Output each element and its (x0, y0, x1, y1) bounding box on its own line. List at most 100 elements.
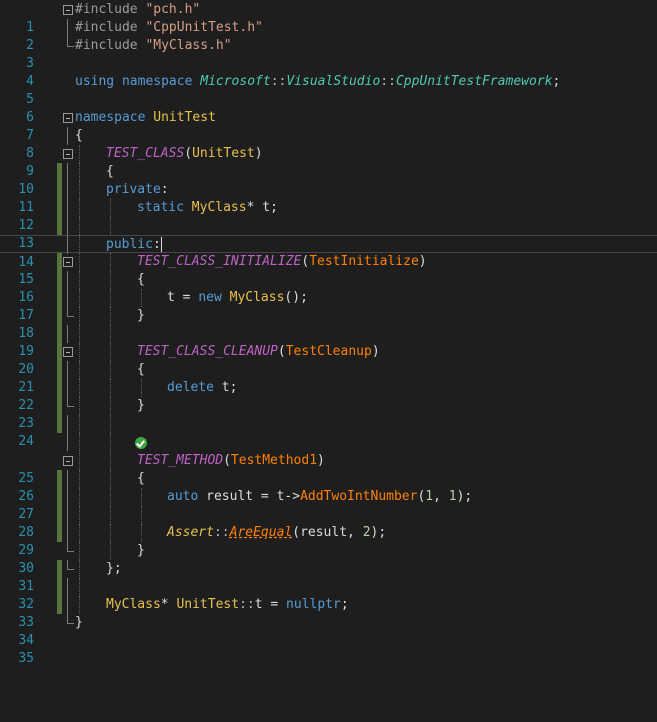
change-bar (57, 470, 62, 488)
code-line-4[interactable]: 4 (0, 55, 657, 89)
line-number: 35 (18, 651, 34, 666)
code-line-30[interactable]: 30 } (0, 542, 657, 576)
indent-guide (110, 199, 111, 217)
fold-guide (67, 236, 68, 254)
fold-guide (67, 325, 68, 343)
change-bar (57, 397, 62, 415)
fold-guide (67, 560, 74, 570)
code-line-8[interactable]: 8 { (0, 127, 657, 161)
code-line-2[interactable]: 2 #include "CppUnitTest.h" (0, 19, 657, 53)
fold-guide (67, 127, 68, 145)
code-line-20[interactable]: 20 TEST_CLASS_CLEANUP(TestCleanup) (0, 343, 657, 377)
fold-guide (67, 289, 68, 307)
code-line-27[interactable]: 27 auto result = t->AddTwoIntNumber(1, 1… (0, 488, 657, 522)
fold-guide (67, 524, 68, 542)
change-bar (57, 199, 62, 217)
code-token: ( (223, 453, 231, 468)
indent-guide (79, 163, 80, 181)
code-token: CppUnitTestFramework (395, 74, 553, 89)
collapse-icon[interactable] (63, 456, 73, 466)
code-token: TEST_METHOD (137, 453, 224, 468)
code-line-9[interactable]: 9 TEST_CLASS(UnitTest) (0, 145, 657, 179)
code-line-26[interactable]: 26 { (0, 470, 657, 504)
code-line-31[interactable]: 31 }; (0, 560, 657, 594)
code-token: ( (292, 525, 301, 540)
code-line-5[interactable]: 5 using namespace Microsoft::VisualStudi… (0, 73, 657, 107)
code-line-24[interactable]: 24 (0, 415, 657, 449)
indent-guide (79, 452, 80, 470)
code-token: } (75, 615, 83, 630)
code-line-28[interactable]: 28 (0, 506, 657, 540)
indent-guide (79, 271, 80, 289)
code-token: "MyClass.h" (145, 38, 232, 53)
code-token: nullptr (286, 597, 341, 612)
indent-guide (79, 181, 80, 199)
code-line-35[interactable]: 35 (0, 632, 657, 666)
indent-guide (110, 379, 111, 397)
code-token: } (137, 308, 145, 323)
indent-guide (79, 217, 80, 235)
collapse-icon[interactable] (63, 113, 73, 123)
indent-guide (79, 397, 80, 415)
code-line-21[interactable]: 21 { (0, 361, 657, 395)
code-line-6[interactable]: 6 (0, 91, 657, 125)
code-line-7[interactable]: 7 namespace UnitTest (0, 109, 657, 143)
indent-guide (141, 488, 142, 506)
code-token: result = t-> (198, 489, 301, 504)
code-token: ); (370, 525, 387, 540)
code-token: TestMethod1 (230, 453, 318, 468)
code-token: new (198, 290, 222, 305)
code-token: VisualStudio (286, 74, 381, 89)
code-line-33[interactable]: 33 MyClass* UnitTest::t = nullptr; (0, 596, 657, 630)
indent-guide (79, 596, 80, 614)
change-bar (57, 560, 62, 578)
code-token: 2 (362, 525, 371, 540)
change-bar (57, 181, 62, 199)
code-line-23[interactable]: 23 } (0, 397, 657, 431)
code-token: namespace (75, 110, 146, 125)
code-line-18[interactable]: 18 } (0, 307, 657, 341)
code-line-1[interactable]: 1 #include "pch.h" (0, 1, 657, 35)
code-line-14-current[interactable]: 14 public: (0, 235, 657, 270)
test-passed-check-icon[interactable] (135, 437, 147, 449)
indent-guide (141, 379, 142, 397)
code-token: UnitTest (176, 597, 240, 612)
code-token: ) (371, 344, 380, 359)
indent-guide (79, 542, 80, 560)
indent-guide (110, 542, 111, 560)
code-editor[interactable]: 1 #include "pch.h" 2 #include "CppUnitTe… (0, 0, 657, 666)
change-bar (57, 578, 62, 596)
code-line-3[interactable]: 3 #include "MyClass.h" (0, 37, 657, 71)
code-token: ) (418, 254, 427, 269)
change-bar (57, 596, 62, 614)
collapse-icon[interactable] (63, 5, 73, 15)
fold-guide (67, 37, 74, 47)
code-line-32[interactable]: 32 (0, 578, 657, 612)
indent-guide (79, 506, 80, 524)
code-token: AreEqual (229, 525, 293, 540)
code-token: using (75, 74, 115, 89)
indent-guide (79, 415, 80, 433)
code-line-34[interactable]: 34 } (0, 614, 657, 648)
code-token: t; (213, 380, 238, 395)
code-line-22[interactable]: 22 delete t; (0, 379, 657, 413)
collapse-icon[interactable] (63, 257, 73, 267)
code-line-17[interactable]: 17 t = new MyClass(); (0, 289, 657, 323)
code-line-29[interactable]: 29 Assert::AreEqual(result, 2); (0, 524, 657, 558)
code-token: TEST_CLASS_CLEANUP (137, 344, 278, 359)
code-line-16[interactable]: 16 { (0, 271, 657, 305)
code-line-10[interactable]: 10 { (0, 163, 657, 197)
collapse-icon[interactable] (63, 347, 73, 357)
code-line-19[interactable]: 19 (0, 325, 657, 359)
collapse-icon[interactable] (63, 149, 73, 159)
code-line-15[interactable]: 15 TEST_CLASS_INITIALIZE(TestInitialize) (0, 253, 657, 287)
change-bar (57, 343, 62, 361)
indent-guide (110, 325, 111, 343)
code-line-11[interactable]: 11 private: (0, 181, 657, 215)
code-line-12[interactable]: 12 static MyClass* t; (0, 199, 657, 233)
code-token: "CppUnitTest.h" (145, 20, 263, 35)
code-line-25[interactable]: 25 TEST_METHOD(TestMethod1) (0, 452, 657, 486)
change-bar (57, 506, 62, 524)
codelens-row (0, 433, 657, 451)
code-line-13[interactable]: 13 (0, 217, 657, 251)
